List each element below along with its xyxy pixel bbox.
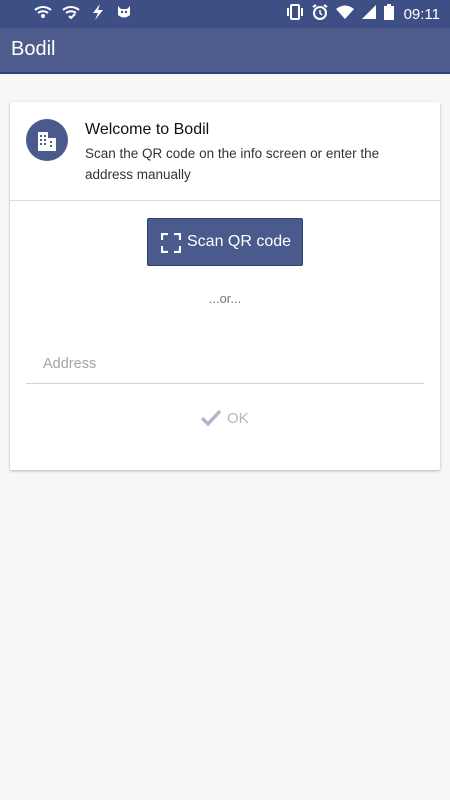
wifi-icon [335,5,354,24]
scan-qr-label: Scan QR code [187,233,292,250]
ok-button[interactable]: OK [200,407,252,431]
scan-qr-button[interactable]: Scan QR code [147,218,303,266]
check-icon [200,409,222,427]
cat-icon [116,4,132,25]
wifi-warning-icon [34,5,52,24]
clock: 09:11 [403,6,440,23]
alarm-icon [312,4,328,25]
vibrate-icon [286,4,304,25]
system-icons: 09:11 [286,4,440,25]
or-separator: ...or... [208,291,242,306]
flash-icon [90,4,106,25]
battery-icon [383,4,394,25]
status-bar: 09:11 [0,0,450,28]
address-input[interactable] [26,344,424,384]
app-bar: Bodil [0,28,450,74]
card-header: Welcome to Bodil Scan the QR code on the… [10,102,440,201]
signal-icon [361,5,376,24]
card-description: Scan the QR code on the info screen or e… [85,146,380,182]
wifi-check-icon [62,5,80,24]
card-title: Welcome to Bodil [85,121,210,138]
app-title: Bodil [11,38,56,60]
welcome-card: Welcome to Bodil Scan the QR code on the… [10,102,440,470]
ok-label: OK [227,410,249,427]
notification-icons [34,4,132,25]
building-icon [26,119,68,161]
qr-scan-icon [161,233,181,253]
